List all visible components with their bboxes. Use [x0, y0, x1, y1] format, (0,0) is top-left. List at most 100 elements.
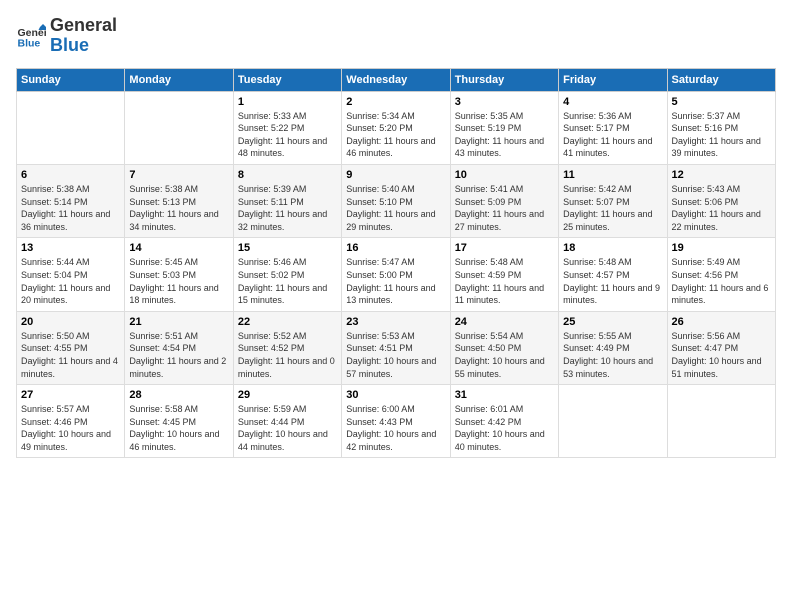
- day-number: 6: [21, 169, 120, 181]
- day-info: Sunrise: 5:37 AM Sunset: 5:16 PM Dayligh…: [672, 110, 771, 160]
- day-info: Sunrise: 5:39 AM Sunset: 5:11 PM Dayligh…: [238, 183, 337, 233]
- day-number: 17: [455, 242, 554, 254]
- col-header-friday: Friday: [559, 68, 667, 91]
- calendar-cell: 1 Sunrise: 5:33 AM Sunset: 5:22 PM Dayli…: [233, 91, 341, 164]
- day-number: 19: [672, 242, 771, 254]
- calendar-cell: 20 Sunrise: 5:50 AM Sunset: 4:55 PM Dayl…: [17, 311, 125, 384]
- day-number: 2: [346, 96, 445, 108]
- calendar-week-5: 27 Sunrise: 5:57 AM Sunset: 4:46 PM Dayl…: [17, 385, 776, 458]
- calendar-cell: 7 Sunrise: 5:38 AM Sunset: 5:13 PM Dayli…: [125, 164, 233, 237]
- day-info: Sunrise: 5:46 AM Sunset: 5:02 PM Dayligh…: [238, 256, 337, 306]
- col-header-sunday: Sunday: [17, 68, 125, 91]
- calendar-cell: [667, 385, 775, 458]
- col-header-thursday: Thursday: [450, 68, 558, 91]
- day-info: Sunrise: 5:44 AM Sunset: 5:04 PM Dayligh…: [21, 256, 120, 306]
- logo-icon: General Blue: [16, 21, 46, 51]
- day-number: 1: [238, 96, 337, 108]
- day-number: 16: [346, 242, 445, 254]
- day-number: 25: [563, 316, 662, 328]
- day-info: Sunrise: 5:38 AM Sunset: 5:13 PM Dayligh…: [129, 183, 228, 233]
- day-number: 10: [455, 169, 554, 181]
- day-number: 8: [238, 169, 337, 181]
- calendar-cell: 24 Sunrise: 5:54 AM Sunset: 4:50 PM Dayl…: [450, 311, 558, 384]
- day-info: Sunrise: 5:54 AM Sunset: 4:50 PM Dayligh…: [455, 330, 554, 380]
- day-info: Sunrise: 5:49 AM Sunset: 4:56 PM Dayligh…: [672, 256, 771, 306]
- day-number: 26: [672, 316, 771, 328]
- day-number: 21: [129, 316, 228, 328]
- day-number: 15: [238, 242, 337, 254]
- day-number: 12: [672, 169, 771, 181]
- calendar-cell: 16 Sunrise: 5:47 AM Sunset: 5:00 PM Dayl…: [342, 238, 450, 311]
- calendar-cell: [559, 385, 667, 458]
- day-number: 4: [563, 96, 662, 108]
- calendar-cell: 2 Sunrise: 5:34 AM Sunset: 5:20 PM Dayli…: [342, 91, 450, 164]
- day-info: Sunrise: 5:56 AM Sunset: 4:47 PM Dayligh…: [672, 330, 771, 380]
- calendar-cell: 10 Sunrise: 5:41 AM Sunset: 5:09 PM Dayl…: [450, 164, 558, 237]
- calendar-cell: 11 Sunrise: 5:42 AM Sunset: 5:07 PM Dayl…: [559, 164, 667, 237]
- day-info: Sunrise: 5:42 AM Sunset: 5:07 PM Dayligh…: [563, 183, 662, 233]
- day-number: 14: [129, 242, 228, 254]
- calendar-cell: 4 Sunrise: 5:36 AM Sunset: 5:17 PM Dayli…: [559, 91, 667, 164]
- calendar-cell: 26 Sunrise: 5:56 AM Sunset: 4:47 PM Dayl…: [667, 311, 775, 384]
- calendar-week-3: 13 Sunrise: 5:44 AM Sunset: 5:04 PM Dayl…: [17, 238, 776, 311]
- day-number: 13: [21, 242, 120, 254]
- calendar-cell: [125, 91, 233, 164]
- day-info: Sunrise: 5:36 AM Sunset: 5:17 PM Dayligh…: [563, 110, 662, 160]
- svg-text:Blue: Blue: [18, 37, 41, 49]
- col-header-tuesday: Tuesday: [233, 68, 341, 91]
- day-number: 22: [238, 316, 337, 328]
- calendar-header-row: SundayMondayTuesdayWednesdayThursdayFrid…: [17, 68, 776, 91]
- calendar-cell: 5 Sunrise: 5:37 AM Sunset: 5:16 PM Dayli…: [667, 91, 775, 164]
- logo-text-blue: Blue: [50, 36, 117, 56]
- calendar-cell: 13 Sunrise: 5:44 AM Sunset: 5:04 PM Dayl…: [17, 238, 125, 311]
- calendar-cell: [17, 91, 125, 164]
- day-info: Sunrise: 5:58 AM Sunset: 4:45 PM Dayligh…: [129, 403, 228, 453]
- day-info: Sunrise: 6:01 AM Sunset: 4:42 PM Dayligh…: [455, 403, 554, 453]
- page-header: General Blue General Blue: [16, 16, 776, 56]
- col-header-saturday: Saturday: [667, 68, 775, 91]
- col-header-wednesday: Wednesday: [342, 68, 450, 91]
- calendar-cell: 14 Sunrise: 5:45 AM Sunset: 5:03 PM Dayl…: [125, 238, 233, 311]
- day-info: Sunrise: 5:40 AM Sunset: 5:10 PM Dayligh…: [346, 183, 445, 233]
- day-number: 23: [346, 316, 445, 328]
- calendar-cell: 31 Sunrise: 6:01 AM Sunset: 4:42 PM Dayl…: [450, 385, 558, 458]
- day-info: Sunrise: 5:48 AM Sunset: 4:57 PM Dayligh…: [563, 256, 662, 306]
- day-info: Sunrise: 5:57 AM Sunset: 4:46 PM Dayligh…: [21, 403, 120, 453]
- day-info: Sunrise: 5:55 AM Sunset: 4:49 PM Dayligh…: [563, 330, 662, 380]
- day-number: 30: [346, 389, 445, 401]
- day-number: 11: [563, 169, 662, 181]
- calendar-cell: 22 Sunrise: 5:52 AM Sunset: 4:52 PM Dayl…: [233, 311, 341, 384]
- calendar-week-1: 1 Sunrise: 5:33 AM Sunset: 5:22 PM Dayli…: [17, 91, 776, 164]
- calendar-cell: 30 Sunrise: 6:00 AM Sunset: 4:43 PM Dayl…: [342, 385, 450, 458]
- calendar-cell: 25 Sunrise: 5:55 AM Sunset: 4:49 PM Dayl…: [559, 311, 667, 384]
- day-number: 28: [129, 389, 228, 401]
- day-number: 20: [21, 316, 120, 328]
- day-number: 18: [563, 242, 662, 254]
- calendar-cell: 29 Sunrise: 5:59 AM Sunset: 4:44 PM Dayl…: [233, 385, 341, 458]
- calendar-cell: 8 Sunrise: 5:39 AM Sunset: 5:11 PM Dayli…: [233, 164, 341, 237]
- day-number: 7: [129, 169, 228, 181]
- day-info: Sunrise: 5:51 AM Sunset: 4:54 PM Dayligh…: [129, 330, 228, 380]
- calendar-week-2: 6 Sunrise: 5:38 AM Sunset: 5:14 PM Dayli…: [17, 164, 776, 237]
- calendar-cell: 17 Sunrise: 5:48 AM Sunset: 4:59 PM Dayl…: [450, 238, 558, 311]
- day-number: 9: [346, 169, 445, 181]
- day-number: 29: [238, 389, 337, 401]
- calendar-cell: 6 Sunrise: 5:38 AM Sunset: 5:14 PM Dayli…: [17, 164, 125, 237]
- day-info: Sunrise: 5:59 AM Sunset: 4:44 PM Dayligh…: [238, 403, 337, 453]
- day-info: Sunrise: 5:34 AM Sunset: 5:20 PM Dayligh…: [346, 110, 445, 160]
- day-info: Sunrise: 5:33 AM Sunset: 5:22 PM Dayligh…: [238, 110, 337, 160]
- day-info: Sunrise: 5:45 AM Sunset: 5:03 PM Dayligh…: [129, 256, 228, 306]
- day-info: Sunrise: 5:35 AM Sunset: 5:19 PM Dayligh…: [455, 110, 554, 160]
- calendar-cell: 12 Sunrise: 5:43 AM Sunset: 5:06 PM Dayl…: [667, 164, 775, 237]
- calendar-cell: 19 Sunrise: 5:49 AM Sunset: 4:56 PM Dayl…: [667, 238, 775, 311]
- day-number: 24: [455, 316, 554, 328]
- day-info: Sunrise: 6:00 AM Sunset: 4:43 PM Dayligh…: [346, 403, 445, 453]
- day-info: Sunrise: 5:52 AM Sunset: 4:52 PM Dayligh…: [238, 330, 337, 380]
- day-info: Sunrise: 5:47 AM Sunset: 5:00 PM Dayligh…: [346, 256, 445, 306]
- logo: General Blue General Blue: [16, 16, 117, 56]
- calendar-cell: 23 Sunrise: 5:53 AM Sunset: 4:51 PM Dayl…: [342, 311, 450, 384]
- day-info: Sunrise: 5:41 AM Sunset: 5:09 PM Dayligh…: [455, 183, 554, 233]
- calendar-cell: 21 Sunrise: 5:51 AM Sunset: 4:54 PM Dayl…: [125, 311, 233, 384]
- calendar-week-4: 20 Sunrise: 5:50 AM Sunset: 4:55 PM Dayl…: [17, 311, 776, 384]
- logo-text-general: General: [50, 16, 117, 36]
